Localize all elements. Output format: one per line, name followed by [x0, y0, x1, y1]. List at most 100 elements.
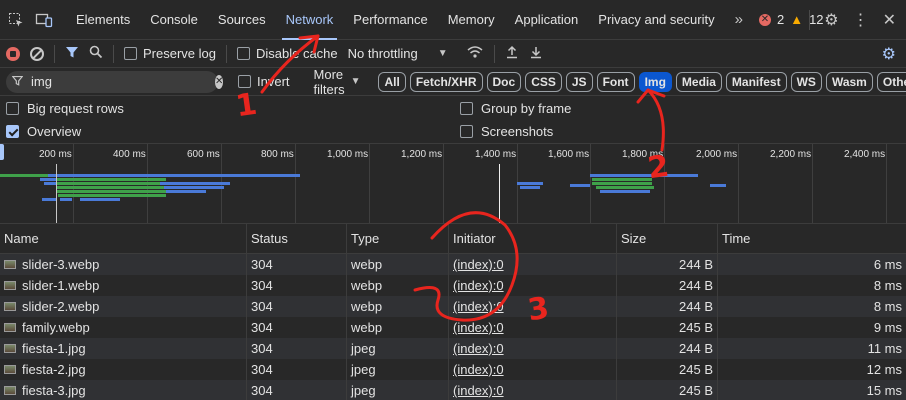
tick-label: 2,400 ms: [844, 149, 886, 160]
tab-sources[interactable]: Sources: [208, 0, 276, 40]
initiator-link[interactable]: (index):0: [453, 278, 504, 293]
tab-application[interactable]: Application: [505, 0, 589, 40]
network-overview-timeline[interactable]: 200 ms 400 ms 600 ms 800 ms 1,000 ms 1,2…: [0, 144, 906, 224]
checkbox[interactable]: [238, 75, 251, 88]
column-header-status[interactable]: Status: [247, 224, 347, 253]
timeline-tick: 2,000 ms: [696, 144, 739, 223]
column-header-type[interactable]: Type: [347, 224, 449, 253]
group-by-frame-checkbox[interactable]: Group by frame: [460, 101, 571, 116]
more-options-icon[interactable]: ⋮: [853, 10, 869, 30]
more-tabs-icon[interactable]: »: [725, 11, 753, 28]
tab-console[interactable]: Console: [140, 0, 208, 40]
initiator-link[interactable]: (index):0: [453, 362, 504, 377]
filter-chip-css[interactable]: CSS: [525, 71, 562, 92]
network-settings-gear-icon[interactable]: ⚙: [882, 44, 896, 64]
request-name: fiesta-1.jpg: [22, 341, 86, 356]
cell-status: 304: [247, 317, 347, 338]
table-row[interactable]: fiesta-2.jpg 304 jpeg (index):0 245 B 12…: [0, 359, 906, 380]
filter-chip-all[interactable]: All: [378, 71, 406, 92]
cell-size: 244 B: [617, 254, 718, 275]
search-icon[interactable]: [89, 45, 103, 62]
table-row[interactable]: fiesta-3.jpg 304 jpeg (index):0 245 B 15…: [0, 380, 906, 400]
preserve-log-checkbox[interactable]: Preserve log: [124, 46, 216, 61]
stop-recording-icon[interactable]: [6, 46, 20, 61]
settings-gear-icon[interactable]: ⚙: [824, 10, 838, 30]
cell-type: webp: [347, 254, 449, 275]
checkbox[interactable]: [6, 102, 19, 115]
initiator-link[interactable]: (index):0: [453, 320, 504, 335]
table-row[interactable]: slider-3.webp 304 webp (index):0 244 B 6…: [0, 254, 906, 275]
divider: [225, 44, 227, 63]
tab-privacy-and-security[interactable]: Privacy and security: [588, 0, 724, 40]
filter-chip-js[interactable]: JS: [565, 71, 593, 92]
checkbox[interactable]: [236, 47, 250, 60]
initiator-link[interactable]: (index):0: [453, 299, 504, 314]
cell-size: 245 B: [617, 359, 718, 380]
table-row[interactable]: family.webp 304 webp (index):0 245 B 9 m…: [0, 317, 906, 338]
screenshots-checkbox[interactable]: Screenshots: [460, 124, 553, 139]
initiator-link[interactable]: (index):0: [453, 383, 504, 398]
invert-checkbox[interactable]: Invert: [238, 74, 290, 89]
initiator-link[interactable]: (index):0: [453, 341, 504, 356]
overview-bar: [164, 186, 224, 189]
filter-funnel-icon[interactable]: [65, 45, 79, 62]
tick-label: 400 ms: [113, 149, 146, 160]
filter-chip-font[interactable]: Font: [596, 71, 635, 92]
column-header-name[interactable]: Name: [0, 224, 247, 253]
tab-network[interactable]: Network: [276, 0, 344, 40]
clear-filter-icon[interactable]: ✕: [215, 74, 224, 89]
tab-elements[interactable]: Elements: [66, 0, 140, 40]
checkbox[interactable]: [460, 102, 473, 115]
filter-chip-media[interactable]: Media: [675, 71, 722, 92]
table-row[interactable]: slider-1.webp 304 webp (index):0 244 B 8…: [0, 275, 906, 296]
overview-bar: [56, 178, 166, 181]
image-thumbnail-icon: [4, 323, 16, 332]
group-by-frame-label: Group by frame: [481, 101, 572, 116]
checkbox-checked[interactable]: [6, 125, 19, 138]
device-toolbar-icon[interactable]: [30, 0, 58, 40]
cell-name: fiesta-1.jpg: [0, 338, 247, 359]
tick-label: 2,200 ms: [770, 149, 812, 160]
overview-bar: [56, 190, 168, 193]
request-name: slider-3.webp: [22, 257, 100, 272]
export-har-download-icon[interactable]: [529, 45, 543, 62]
tab-performance[interactable]: Performance: [343, 0, 437, 40]
overview-bar: [517, 182, 543, 185]
filter-chip-manifest[interactable]: Manifest: [725, 71, 787, 92]
inspect-element-icon[interactable]: [2, 0, 30, 40]
request-name: fiesta-3.jpg: [22, 383, 86, 398]
cell-time: 15 ms: [866, 383, 902, 398]
table-row[interactable]: fiesta-1.jpg 304 jpeg (index):0 244 B 11…: [0, 338, 906, 359]
timeline-tick: 1,600 ms: [548, 144, 591, 223]
tab-memory[interactable]: Memory: [438, 0, 505, 40]
overview-left-handle[interactable]: [0, 144, 4, 160]
table-row[interactable]: slider-2.webp 304 webp (index):0 244 B 8…: [0, 296, 906, 317]
column-header-initiator[interactable]: Initiator: [449, 224, 617, 253]
throttling-select[interactable]: No throttling ▼: [348, 46, 448, 61]
column-header-size[interactable]: Size: [617, 224, 718, 253]
checkbox[interactable]: [124, 47, 137, 60]
cell-time: 11 ms: [867, 341, 902, 356]
filter-chip-fetch-xhr[interactable]: Fetch/XHR: [409, 71, 483, 92]
big-request-rows-checkbox[interactable]: Big request rows: [6, 101, 124, 116]
more-filters-dropdown[interactable]: More filters ▼: [314, 67, 361, 97]
cell-size: 244 B: [617, 338, 718, 359]
filter-chip-doc[interactable]: Doc: [486, 71, 522, 92]
cell-time: 8 ms: [873, 299, 902, 314]
filter-chip-ws[interactable]: WS: [790, 71, 822, 92]
disable-cache-checkbox[interactable]: Disable cache: [236, 46, 338, 61]
close-icon[interactable]: ✕: [883, 10, 896, 30]
filter-chip-wasm[interactable]: Wasm: [825, 71, 873, 92]
clear-icon[interactable]: [30, 46, 44, 61]
cell-type: jpeg: [347, 359, 449, 380]
checkbox[interactable]: [460, 125, 473, 138]
column-header-time[interactable]: Time: [718, 224, 906, 253]
filter-input[interactable]: [31, 74, 207, 89]
filter-chip-other[interactable]: Other: [876, 71, 906, 92]
overview-checkbox[interactable]: Overview: [6, 124, 81, 139]
initiator-link[interactable]: (index):0: [453, 257, 504, 272]
filter-chip-img[interactable]: Img: [638, 71, 672, 92]
import-har-upload-icon[interactable]: [505, 45, 519, 62]
throttling-value: No throttling: [347, 46, 418, 61]
network-conditions-wifi-icon[interactable]: [466, 45, 484, 62]
